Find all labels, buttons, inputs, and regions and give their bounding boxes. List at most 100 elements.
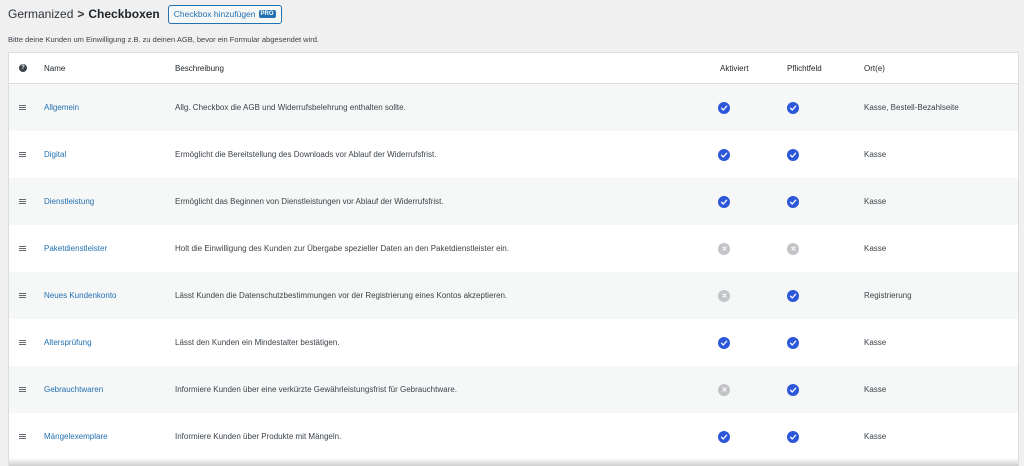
location-cell: Kasse, Bestell-Bezahlseite [864,84,959,131]
check-circle-icon[interactable] [787,289,799,302]
required-cell [787,319,799,366]
drag-handle-icon[interactable] [19,339,26,346]
drag-cell [19,84,26,131]
active-cell [718,178,730,225]
required-cell [787,366,799,413]
description-cell: Lässt den Kunden ein Mindestalter bestät… [175,319,340,366]
x-circle-icon[interactable] [718,289,730,302]
checkbox-name-link[interactable]: Paketdienstleister [44,244,107,253]
name-cell: Digital [44,131,66,178]
description-cell: Ermöglicht das Beginnen von Dienstleistu… [175,178,444,225]
description-cell: Lässt Kunden die Datenschutzbestimmungen… [175,272,507,319]
location-cell: Kasse [864,366,886,413]
drag-cell [19,319,26,366]
checkbox-name-link[interactable]: Gebrauchtwaren [44,385,103,394]
checkbox-description: Holt die Einwilligung des Kunden zur Übe… [175,244,509,253]
header-help-cell: ? [19,53,27,83]
location-cell: Kasse [864,319,886,366]
check-circle-icon[interactable] [787,336,799,349]
checkbox-description: Ermöglicht das Beginnen von Dienstleistu… [175,197,444,206]
column-header-required: Pflichtfeld [787,63,822,73]
active-cell [718,131,730,178]
drag-cell [19,413,26,460]
table-row: Allgemein Allg. Checkbox die AGB und Wide… [9,84,1018,131]
drag-cell [19,366,26,413]
description-cell: Informiere Kunden über eine verkürzte Ge… [175,366,457,413]
checkbox-name-link[interactable]: Dienstleistung [44,197,94,206]
check-circle-icon[interactable] [718,195,730,208]
location-cell: Kasse [864,178,886,225]
add-checkbox-button[interactable]: Checkbox hinzufügen PRO [167,4,282,24]
drag-handle-icon[interactable] [19,292,26,299]
check-circle-icon[interactable] [787,195,799,208]
check-circle-icon[interactable] [787,430,799,443]
checkbox-name-link[interactable]: Mängelexemplare [44,432,108,441]
scroll-shadow [9,458,1018,466]
table-body: Allgemein Allg. Checkbox die AGB und Wide… [9,84,1018,460]
x-circle-icon[interactable] [718,242,730,255]
location-cell: Kasse [864,131,886,178]
required-cell [787,413,799,460]
check-circle-icon[interactable] [718,336,730,349]
table-header: ? Name Beschreibung Aktiviert Pflichtfel… [9,53,1018,84]
table-row: Gebrauchtwaren Informiere Kunden über ein… [9,366,1018,413]
x-circle-icon[interactable] [787,242,799,255]
checkbox-name-link[interactable]: Altersprüfung [44,338,92,347]
drag-handle-icon[interactable] [19,386,26,393]
table-row: Paketdienstleister Holt die Einwilligung … [9,225,1018,272]
checkbox-name-link[interactable]: Allgemein [44,103,79,112]
checkbox-location: Kasse [864,432,887,441]
drag-cell [19,272,26,319]
page-header: Germanized > Checkboxen Checkbox hinzufü… [8,4,282,24]
name-cell: Dienstleistung [44,178,94,225]
breadcrumb-root[interactable]: Germanized [8,7,73,21]
breadcrumb-separator: > [77,7,85,21]
required-cell [787,131,799,178]
drag-handle-icon[interactable] [19,104,26,111]
name-cell: Altersprüfung [44,319,92,366]
required-cell [787,84,799,131]
checkbox-name-link[interactable]: Neues Kundenkonto [44,291,117,300]
name-cell: Mängelexemplare [44,413,108,460]
table-row: Mängelexemplare Informiere Kunden über Pr… [9,413,1018,460]
description-cell: Holt die Einwilligung des Kunden zur Übe… [175,225,509,272]
checkbox-name-link[interactable]: Digital [44,150,66,159]
location-cell: Registrierung [864,272,912,319]
check-circle-icon[interactable] [787,101,799,114]
help-icon[interactable]: ? [19,64,27,72]
active-cell [718,225,730,272]
drag-handle-icon[interactable] [19,198,26,205]
checkbox-location: Kasse [864,197,887,206]
drag-handle-icon[interactable] [19,245,26,252]
x-circle-icon[interactable] [718,383,730,396]
check-circle-icon[interactable] [718,148,730,161]
active-cell [718,413,730,460]
page-description: Bitte deine Kunden um Einwilligung z.B. … [8,35,320,44]
column-header-description: Beschreibung [175,63,224,73]
check-circle-icon[interactable] [718,101,730,114]
check-circle-icon[interactable] [787,383,799,396]
drag-cell [19,131,26,178]
check-circle-icon[interactable] [718,430,730,443]
drag-handle-icon[interactable] [19,151,26,158]
name-cell: Allgemein [44,84,79,131]
checkbox-location: Kasse [864,338,887,347]
table-row: Altersprüfung Lässt den Kunden ein Mindes… [9,319,1018,366]
active-cell [718,366,730,413]
page-title: Checkboxen [88,7,160,21]
checkbox-description: Allg. Checkbox die AGB und Widerrufsbele… [175,103,406,112]
checkbox-location: Kasse [864,244,887,253]
add-checkbox-button-label: Checkbox hinzufügen [173,9,256,19]
checkbox-description: Ermöglicht die Bereitstellung des Downlo… [175,150,437,159]
active-cell [718,84,730,131]
check-circle-icon[interactable] [787,148,799,161]
required-cell [787,225,799,272]
drag-cell [19,178,26,225]
table-row: Digital Ermöglicht die Bereitstellung des… [9,131,1018,178]
pro-badge: PRO [258,10,276,18]
description-cell: Ermöglicht die Bereitstellung des Downlo… [175,131,436,178]
checkbox-location: Kasse, Bestell-Bezahlseite [864,103,959,112]
required-cell [787,272,799,319]
column-header-name: Name [44,63,66,73]
drag-handle-icon[interactable] [19,433,26,440]
